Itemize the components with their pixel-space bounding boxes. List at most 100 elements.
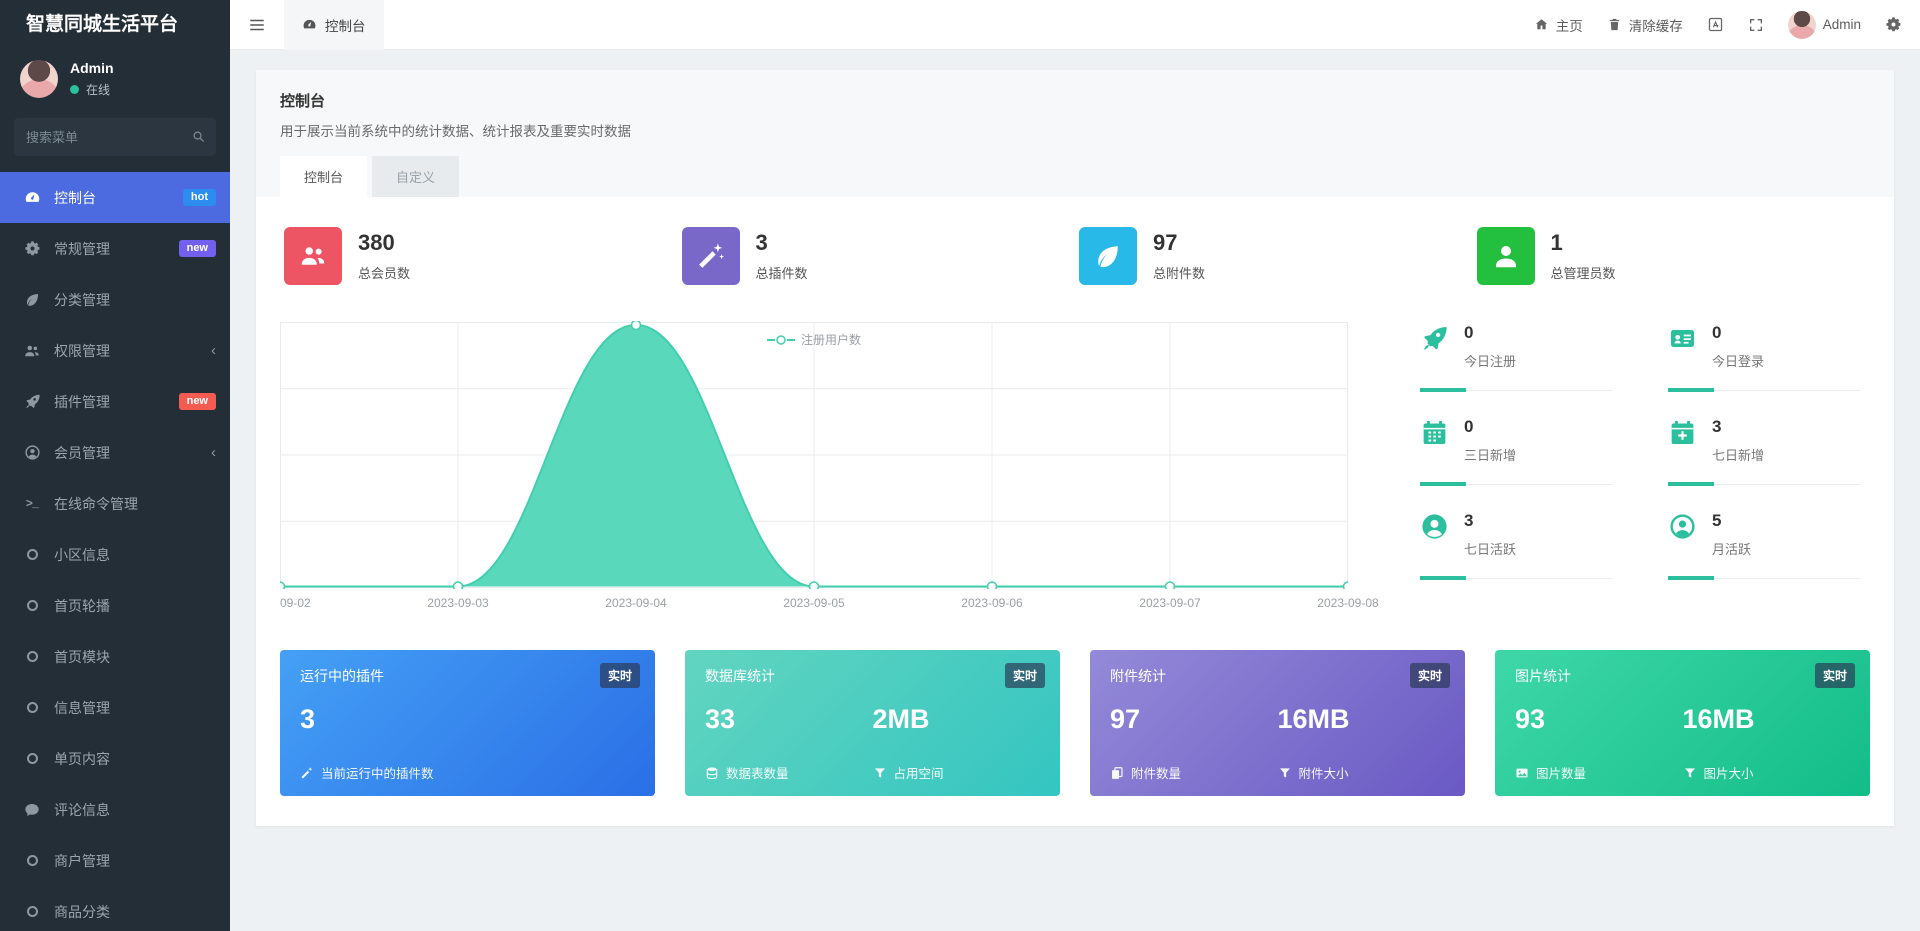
card-footer2: 占用空间 xyxy=(873,763,1041,782)
user-icon xyxy=(1477,227,1535,285)
search-icon[interactable] xyxy=(191,129,206,144)
page-title: 控制台 xyxy=(280,90,1870,111)
mini-stat-7day-active: 3 七日活跃 xyxy=(1420,511,1612,579)
sidebar-item-label: 分类管理 xyxy=(54,290,110,310)
sidebar-item-command[interactable]: >_ 在线命令管理 xyxy=(0,478,230,529)
card-image-stats: 图片统计 实时 93 16MB 图片数量 图片大小 xyxy=(1495,650,1870,796)
realtime-badge: 实时 xyxy=(1410,663,1450,688)
sidebar-item-member[interactable]: 会员管理 ‹ xyxy=(0,427,230,478)
comment-icon xyxy=(22,802,42,818)
profile-menu[interactable]: Admin xyxy=(1788,11,1861,39)
gauge-icon xyxy=(302,17,317,32)
calendar-plus-icon xyxy=(1668,418,1698,464)
sidebar-item-label: 在线命令管理 xyxy=(54,494,138,514)
mini-stat-value: 0 xyxy=(1712,323,1764,343)
leaf-icon xyxy=(1079,227,1137,285)
x-axis-tick: 2023-09-02 xyxy=(280,596,311,610)
calendar-icon xyxy=(1420,418,1450,464)
topbar-tab-label: 控制台 xyxy=(325,15,366,35)
mini-stat-value: 5 xyxy=(1712,511,1751,531)
circle-icon xyxy=(22,702,42,713)
legend-label: 注册用户数 xyxy=(801,331,861,348)
mini-stat-today-register: 0 今日注册 xyxy=(1420,323,1612,391)
sidebar-item-carousel[interactable]: 首页轮播 xyxy=(0,580,230,631)
sidebar-item-permission[interactable]: 权限管理 ‹ xyxy=(0,325,230,376)
sidebar-item-label: 首页轮播 xyxy=(54,596,110,616)
card-title: 数据库统计 xyxy=(705,666,1040,686)
hamburger-icon[interactable] xyxy=(230,16,284,34)
mini-stat-label: 七日新增 xyxy=(1712,445,1764,464)
sidebar-item-label: 插件管理 xyxy=(54,392,110,412)
card-value: 3 xyxy=(300,704,635,735)
card-footer-label: 附件大小 xyxy=(1299,763,1349,782)
gear-icon xyxy=(1885,16,1902,33)
x-axis-tick: 2023-09-08 xyxy=(1317,596,1378,610)
chevron-left-icon: ‹ xyxy=(211,445,216,460)
chart-legend[interactable]: 注册用户数 xyxy=(280,331,1348,348)
panel-header: 控制台 用于展示当前系统中的统计数据、统计报表及重要实时数据 控制台 自定义 xyxy=(256,70,1894,197)
card-title: 运行中的插件 xyxy=(300,666,635,686)
user-status: 在线 xyxy=(86,81,110,98)
language-button[interactable] xyxy=(1707,16,1724,33)
leaf-icon xyxy=(22,291,42,308)
sidebar-item-label: 小区信息 xyxy=(54,545,110,565)
stat-label: 总插件数 xyxy=(756,263,808,282)
circle-icon xyxy=(22,549,42,560)
user-circle-icon xyxy=(1420,512,1450,558)
fullscreen-button[interactable] xyxy=(1748,17,1764,33)
sidebar-item-comment[interactable]: 评论信息 xyxy=(0,784,230,835)
stat-value: 3 xyxy=(756,230,808,256)
filter-icon xyxy=(1683,766,1697,780)
card-value2: 16MB xyxy=(1278,704,1446,735)
sidebar-item-general[interactable]: 常规管理 new xyxy=(0,223,230,274)
tab-console[interactable]: 控制台 xyxy=(280,156,367,197)
sidebar-item-plugin[interactable]: 插件管理 new xyxy=(0,376,230,427)
stat-total-members: 380 总会员数 xyxy=(280,227,678,285)
sidebar-item-home-module[interactable]: 首页模块 xyxy=(0,631,230,682)
sidebar-item-info[interactable]: 信息管理 xyxy=(0,682,230,733)
sidebar-item-goods-category[interactable]: 商品分类 xyxy=(0,886,230,931)
registered-users-chart: 注册用户数 2023-09-022023-09-032023-09-042023… xyxy=(280,321,1380,614)
clear-cache-button[interactable]: 清除缓存 xyxy=(1607,15,1683,35)
search-input[interactable] xyxy=(14,118,216,156)
console-panel: 控制台 用于展示当前系统中的统计数据、统计报表及重要实时数据 控制台 自定义 3… xyxy=(256,70,1894,826)
realtime-badge: 实时 xyxy=(1815,663,1855,688)
sidebar-item-community[interactable]: 小区信息 xyxy=(0,529,230,580)
chart-x-axis: 2023-09-022023-09-032023-09-042023-09-05… xyxy=(280,596,1380,614)
mini-stat-3day-new: 0 三日新增 xyxy=(1420,417,1612,485)
sidebar-item-single-page[interactable]: 单页内容 xyxy=(0,733,230,784)
card-value: 97 xyxy=(1110,704,1278,735)
settings-button[interactable] xyxy=(1885,16,1902,33)
sidebar-item-merchant[interactable]: 商户管理 xyxy=(0,835,230,886)
panel-tabs: 控制台 自定义 xyxy=(280,156,1870,197)
card-footer: 数据表数量 xyxy=(705,763,873,782)
stat-label: 总附件数 xyxy=(1153,263,1205,282)
image-icon xyxy=(1515,766,1529,780)
home-button[interactable]: 主页 xyxy=(1534,15,1583,35)
topbar-tab-console[interactable]: 控制台 xyxy=(284,0,384,50)
main-content: 控制台 用于展示当前系统中的统计数据、统计报表及重要实时数据 控制台 自定义 3… xyxy=(230,50,1920,931)
copy-icon xyxy=(1110,766,1124,780)
panel-body: 380 总会员数 3 总插件数 xyxy=(256,197,1894,826)
home-icon xyxy=(1534,17,1549,32)
card-value2: 16MB xyxy=(1683,704,1851,735)
sidebar-item-console[interactable]: 控制台 hot xyxy=(0,172,230,223)
avatar[interactable] xyxy=(20,60,58,98)
clear-cache-label: 清除缓存 xyxy=(1629,15,1683,35)
sidebar-item-label: 商品分类 xyxy=(54,902,110,922)
tab-custom[interactable]: 自定义 xyxy=(372,156,459,197)
card-footer-label: 图片数量 xyxy=(1536,763,1586,782)
circle-icon xyxy=(22,906,42,917)
mini-stat-value: 0 xyxy=(1464,323,1516,343)
gauge-icon xyxy=(22,189,42,206)
sidebar-item-label: 常规管理 xyxy=(54,239,110,259)
card-database-stats: 数据库统计 实时 33 2MB 数据表数量 占用空间 xyxy=(685,650,1060,796)
user-circle-icon xyxy=(1668,512,1698,558)
cogs-icon xyxy=(22,240,42,257)
mini-stat-label: 七日活跃 xyxy=(1464,539,1516,558)
expand-icon xyxy=(1748,17,1764,33)
legend-marker-icon xyxy=(767,335,795,345)
stat-label: 总会员数 xyxy=(358,263,410,282)
sidebar-item-category[interactable]: 分类管理 xyxy=(0,274,230,325)
terminal-icon: >_ xyxy=(22,497,42,511)
